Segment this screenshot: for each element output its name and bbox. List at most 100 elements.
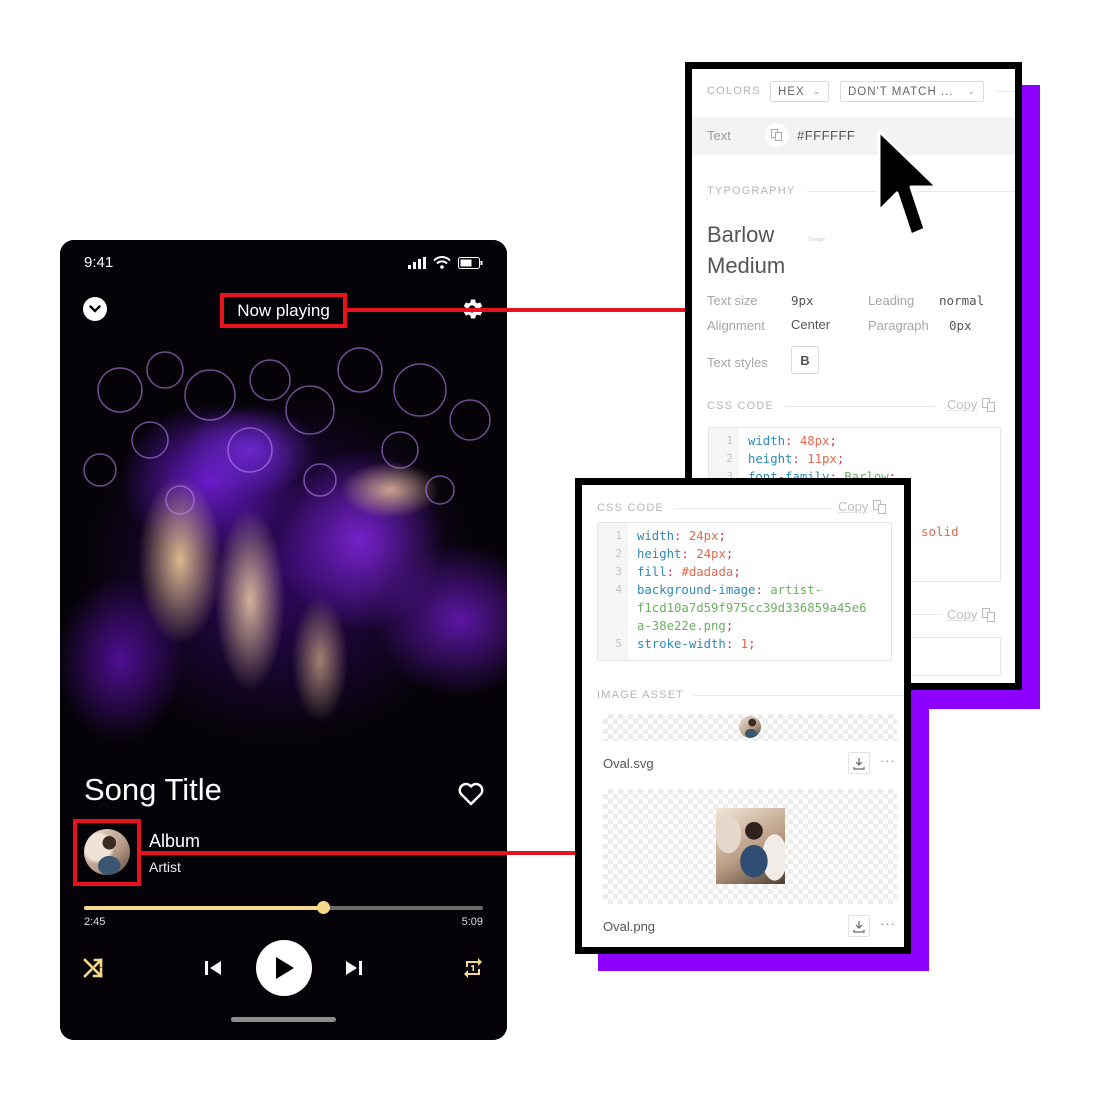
collapse-button[interactable] [83, 297, 107, 321]
music-player-screen: 9:41 Now playing Song Title Album Artist… [60, 240, 507, 1040]
copy-css-button[interactable]: Copy [947, 397, 996, 412]
paragraph-label: Paragraph [868, 318, 929, 333]
download-button[interactable] [848, 915, 870, 937]
color-match-dropdown[interactable]: DON'T MATCH ... ⌄ [840, 81, 984, 102]
code-line: 3 fill: #dadada; [598, 563, 891, 581]
purple-backdrop [1021, 85, 1040, 709]
image-asset-label: IMAGE ASSET [597, 689, 685, 701]
alignment-value: Center [791, 317, 831, 332]
album-name[interactable]: Album [149, 831, 200, 852]
asset-preview-svg[interactable] [603, 714, 897, 741]
line-number: 4 [615, 583, 622, 596]
line-number: 1 [726, 434, 733, 447]
section-divider [785, 406, 935, 407]
section-divider [675, 508, 832, 509]
purple-backdrop [929, 690, 1040, 709]
text-color-value: #FFFFFF [797, 128, 856, 143]
line-number: 5 [615, 637, 622, 650]
code-line: a-38e22e.png; [598, 617, 891, 635]
text-size-label: Text size [707, 293, 758, 308]
copy-css-button[interactable]: Copy [838, 499, 887, 514]
line-number: 3 [615, 565, 622, 578]
color-match-value: DON'T MATCH ... [848, 85, 954, 98]
download-icon [853, 757, 865, 770]
shuffle-icon [83, 958, 103, 978]
section-divider [694, 695, 904, 696]
css-code-block[interactable]: 1 width: 24px; 2 height: 24px; 3 fill: #dadad… [597, 522, 892, 661]
colors-section-label: COLORS [707, 85, 761, 97]
artist-avatar[interactable] [84, 829, 130, 875]
play-button[interactable] [256, 940, 312, 996]
css-code-label: CSS CODE [707, 400, 775, 412]
status-time: 9:41 [84, 254, 114, 271]
chevron-down-icon [89, 305, 101, 313]
code-line: 1 width: 24px; [598, 527, 891, 545]
image-inspector-panel: CSS CODE Copy 1 width: 24px; 2 height: 24px… [575, 478, 911, 954]
mouse-pointer-icon [877, 129, 939, 237]
text-styles-label: Text styles [707, 355, 768, 370]
code-text: f1cd10a7d59f975cc39d336859a45e6 [637, 601, 867, 615]
copy-label: Copy [838, 499, 869, 514]
code-text: width: 48px; [748, 434, 837, 448]
color-row-label: Text [707, 128, 731, 143]
code-text: height: 11px; [748, 452, 845, 466]
oval-png-thumbnail [716, 808, 785, 884]
code-text: width: 24px; [637, 529, 726, 543]
copy-icon [873, 499, 887, 514]
artist-name[interactable]: Artist [149, 859, 181, 875]
line-number: 1 [615, 529, 622, 542]
bold-style-button[interactable]: B [791, 346, 819, 374]
line-number: 2 [726, 452, 733, 465]
paragraph-value: 0px [949, 318, 972, 333]
favorite-button[interactable] [457, 781, 485, 807]
previous-icon [205, 961, 221, 975]
css-partial-value: solid [921, 524, 959, 539]
code-text: a-38e22e.png; [637, 619, 734, 633]
download-button[interactable] [848, 752, 870, 774]
elapsed-time: 2:45 [84, 916, 106, 928]
artist-avatar-highlight [73, 819, 141, 886]
next-button[interactable] [342, 956, 366, 980]
leading-label: Leading [868, 293, 915, 308]
copy-icon [982, 397, 996, 412]
css-code-label: CSS CODE [597, 502, 665, 514]
asset-preview-png[interactable] [603, 789, 897, 904]
line-number: 2 [615, 547, 622, 560]
code-line: 2 height: 11px; [709, 450, 1000, 468]
repeat-one-icon [464, 958, 482, 978]
purple-backdrop [910, 690, 929, 971]
section-divider [996, 91, 1015, 92]
color-format-dropdown[interactable]: HEX ⌄ [770, 81, 830, 102]
battery-icon [458, 256, 483, 269]
code-line: 2 height: 24px; [598, 545, 891, 563]
shuffle-button[interactable] [81, 956, 105, 980]
asset-name: Oval.png [603, 919, 656, 934]
download-icon [853, 920, 865, 933]
copy-css-button-2[interactable]: Copy [947, 607, 996, 622]
code-text: fill: #dadada; [637, 565, 741, 579]
more-options-button[interactable]: ··· [880, 916, 896, 931]
connector-line-title [347, 308, 685, 312]
now-playing-title: Now playing [220, 293, 347, 328]
next-icon [346, 961, 362, 975]
text-size-value: 9px [791, 293, 814, 308]
leading-value: normal [939, 293, 985, 308]
previous-button[interactable] [201, 956, 225, 980]
playback-progress-slider[interactable] [84, 901, 483, 914]
color-format-value: HEX [778, 85, 805, 98]
chevron-down-icon: ⌄ [812, 86, 822, 96]
code-text: background-image: artist- [637, 583, 823, 597]
text-color-row[interactable]: Text #FFFFFF [692, 117, 1015, 155]
more-options-button[interactable]: ··· [880, 753, 896, 768]
asset-name: Oval.svg [603, 756, 654, 771]
repeat-one-button[interactable] [460, 955, 486, 981]
font-family: Barlow [707, 222, 775, 247]
play-icon [276, 957, 294, 979]
connector-line-avatar [141, 851, 575, 855]
signal-icon [408, 256, 426, 269]
album-artwork [60, 240, 507, 1040]
copy-color-button[interactable] [765, 123, 789, 147]
code-line: 1 width: 48px; [709, 432, 1000, 450]
code-line: 4 background-image: artist- [598, 581, 891, 599]
font-weight: Medium [707, 253, 786, 278]
